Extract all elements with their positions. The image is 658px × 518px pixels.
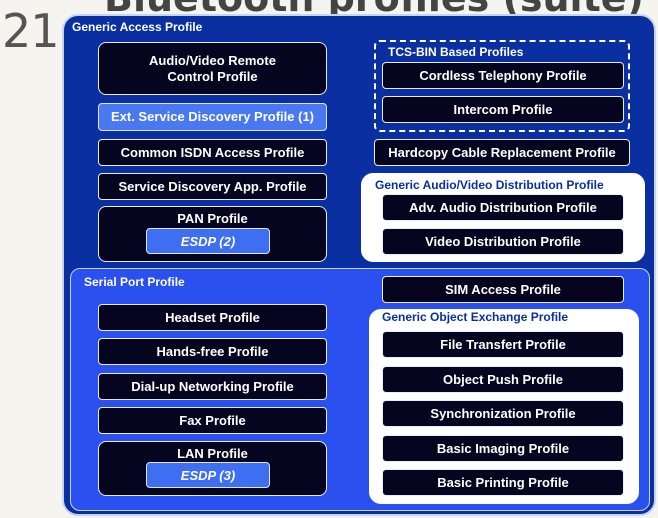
lan-profile-label: LAN Profile [177, 446, 248, 461]
dial-up-networking-profile: Dial-up Networking Profile [98, 373, 327, 400]
intercom-profile: Intercom Profile [382, 96, 624, 123]
slide-number: 21 [2, 4, 60, 58]
synchronization-profile: Synchronization Profile [382, 400, 624, 427]
gap-label: Generic Access Profile [72, 20, 203, 34]
fax-profile: Fax Profile [98, 407, 327, 434]
adv-audio-distribution-profile: Adv. Audio Distribution Profile [382, 194, 624, 221]
serial-port-profile-label: Serial Port Profile [84, 275, 185, 289]
sim-access-profile: SIM Access Profile [382, 276, 624, 303]
hardcopy-cable-replacement-profile: Hardcopy Cable Replacement Profile [374, 139, 630, 166]
av-remote-control-profile: Audio/Video Remote Control Profile [98, 42, 327, 95]
pan-esdp: ESDP (2) [146, 228, 270, 254]
ext-service-discovery-profile: Ext. Service Discovery Profile (1) [98, 103, 327, 131]
hands-free-profile: Hands-free Profile [98, 338, 327, 365]
video-distribution-profile: Video Distribution Profile [382, 228, 624, 255]
lan-esdp: ESDP (3) [146, 462, 270, 488]
tcs-bin-label: TCS-BIN Based Profiles [388, 45, 524, 59]
object-push-profile: Object Push Profile [382, 366, 624, 393]
basic-printing-profile: Basic Printing Profile [382, 469, 624, 496]
goep-label: Generic Object Exchange Profile [382, 310, 569, 324]
file-transfer-profile: File Transfert Profile [382, 331, 624, 358]
gavdp-label: Generic Audio/Video Distribution Profile [375, 178, 604, 192]
pan-profile-label: PAN Profile [177, 211, 248, 226]
common-isdn-access-profile: Common ISDN Access Profile [98, 139, 327, 166]
service-discovery-app-profile: Service Discovery App. Profile [98, 173, 327, 200]
basic-imaging-profile: Basic Imaging Profile [382, 435, 624, 462]
cordless-telephony-profile: Cordless Telephony Profile [382, 62, 624, 89]
headset-profile: Headset Profile [98, 304, 327, 331]
